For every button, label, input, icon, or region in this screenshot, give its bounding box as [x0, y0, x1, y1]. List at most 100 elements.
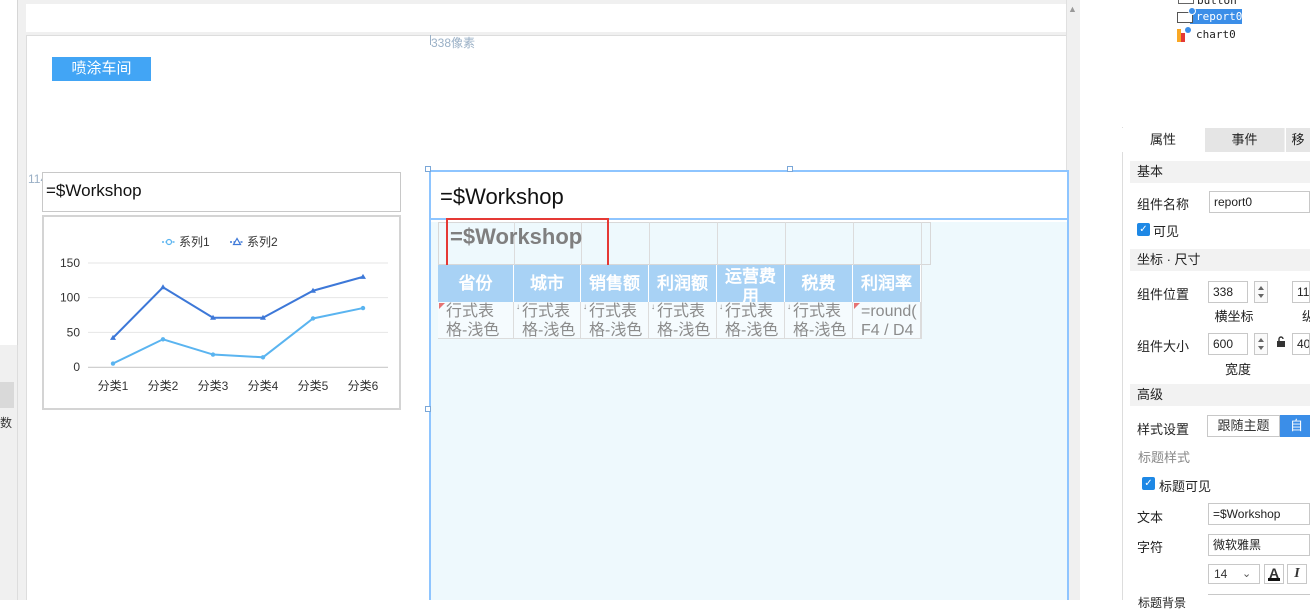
style-follow-theme-button[interactable]: 跟随主题 [1207, 415, 1280, 437]
data-cell[interactable]: ↓ 行式表格-浅色 [649, 302, 717, 339]
data-cell[interactable]: ↓ 行式表格-浅色 [717, 302, 785, 339]
header-cell-tax[interactable]: 税费 [785, 265, 853, 302]
cell-line-2: 格-浅色 [793, 322, 847, 339]
font-family-select[interactable]: 微软雅黑 [1208, 534, 1310, 556]
font-size-select[interactable]: 14 [1208, 564, 1260, 584]
component-name-label: 组件名称 [1137, 197, 1190, 212]
position-x-input[interactable]: 338 [1208, 281, 1248, 303]
workshop-filter-button[interactable]: 喷涂车间 [52, 57, 151, 81]
tab-more[interactable]: 移 [1285, 128, 1310, 152]
expand-down-icon: ↓ [787, 302, 791, 311]
cell-line-1: 行式表 [446, 303, 495, 320]
width-stepper[interactable] [1254, 333, 1268, 355]
left-panel-upper [0, 0, 18, 345]
cell-line-2: 格-浅色 [589, 322, 643, 339]
data-cell[interactable]: ↓ 行式表 格-浅色 [514, 302, 581, 339]
section-coordinates: 坐标 · 尺寸 [1130, 249, 1310, 271]
visible-checkbox[interactable]: ✓ [1137, 223, 1150, 236]
left-panel-tab[interactable] [0, 382, 14, 408]
cell-line-1: 行式表 [589, 303, 638, 320]
series-line [112, 275, 364, 339]
canvas-top-strip [26, 4, 1066, 32]
cell-line-1: 行式表 [657, 303, 706, 320]
resize-handle-middle-left[interactable] [425, 406, 431, 412]
lock-icon[interactable] [1276, 336, 1286, 348]
resize-handle-top-center[interactable] [787, 166, 793, 172]
cell-line-2: 格-浅色 [725, 322, 779, 339]
header-cell-sales[interactable]: 销售额 [581, 265, 649, 302]
data-point [210, 352, 216, 357]
x-tick-label: 分类2 [148, 379, 179, 393]
series-line [112, 307, 364, 365]
data-cell[interactable]: ↓ 行式表格-浅色 [785, 302, 853, 339]
height-input[interactable]: 40 [1292, 333, 1310, 355]
tab-events[interactable]: 事件 [1204, 128, 1284, 152]
data-point [360, 305, 366, 311]
y-tick-label: 50 [67, 325, 81, 339]
text-label: 文本 [1137, 510, 1164, 525]
tree-item-button[interactable]: button [1197, 0, 1237, 7]
left-side-panel [0, 0, 18, 600]
title-background-input[interactable] [1208, 594, 1310, 600]
tab-properties[interactable]: 属性 [1122, 128, 1204, 152]
legend-label: 系列2 [247, 235, 278, 249]
y-tick-label: 0 [73, 360, 80, 374]
style-setting-label: 样式设置 [1137, 422, 1190, 437]
x-tick-label: 分类4 [248, 379, 279, 393]
cell-line-2: 格-浅色 [522, 322, 576, 339]
cell-line-1: 行式表 [522, 303, 571, 320]
cell-line-2: 格-浅色 [657, 322, 711, 339]
chevron-down-icon: ⌄ [1242, 568, 1252, 580]
position-label: 组件位置 [1137, 287, 1190, 302]
line-chart: 0 50 100 150 分类1 分类2 分类3 分类4 分类5 分类6 系列1 系列2 [60, 235, 388, 393]
report-widget-title: =$Workshop [440, 184, 564, 209]
data-point [310, 316, 316, 321]
dimension-label-horizontal: 338像素 [431, 36, 476, 50]
header-cell-profit-rate[interactable]: 利润率 [853, 265, 921, 302]
title-style-label: 标题样式 [1138, 450, 1191, 465]
data-point [260, 355, 266, 360]
cell-line-1: 行式表 [725, 303, 774, 320]
left-panel-partial-label: 数 [0, 416, 13, 430]
grid-divider [717, 222, 718, 265]
chart-widget-title: =$Workshop [46, 181, 142, 200]
grid-divider [921, 222, 922, 339]
tree-item-chart0[interactable]: chart0 [1196, 28, 1236, 41]
section-advanced: 高级 [1130, 384, 1310, 406]
chart-component-icon-bar [1181, 33, 1185, 42]
position-y-input[interactable]: 11 [1292, 281, 1310, 303]
position-x-caption: 横坐标 [1214, 309, 1254, 324]
link-badge-icon [1185, 27, 1191, 33]
title-visible-checkbox[interactable]: ✓ [1142, 477, 1155, 490]
header-cell-city[interactable]: 城市 [514, 265, 581, 302]
font-color-button[interactable]: A [1264, 564, 1284, 584]
section-basic: 基本 [1130, 161, 1310, 183]
visible-label: 可见 [1153, 224, 1180, 239]
component-name-input[interactable]: report0 [1209, 191, 1310, 213]
grid-divider [853, 222, 854, 265]
data-cell[interactable]: =round( F4 / D4 [853, 302, 921, 339]
data-point [110, 361, 116, 366]
style-custom-button[interactable]: 自 [1280, 415, 1310, 437]
position-x-stepper[interactable] [1254, 281, 1268, 303]
header-cell-operating-cost[interactable]: 运营费用 [717, 265, 785, 302]
x-tick-label: 分类3 [198, 379, 229, 393]
size-label: 组件大小 [1137, 339, 1190, 354]
tree-item-report0[interactable]: report0 [1196, 10, 1242, 23]
data-cell[interactable]: ↓ 行式表 格-浅色 [581, 302, 649, 339]
cell-line-1: =round( [861, 303, 917, 320]
cell-line-1: 行式表 [793, 303, 842, 320]
header-cell-profit[interactable]: 利润额 [649, 265, 717, 302]
resize-handle-top-left[interactable] [425, 166, 431, 172]
width-input[interactable]: 600 [1208, 333, 1248, 355]
expand-down-icon: ↓ [719, 302, 723, 311]
cell-line-2: F4 / D4 [861, 322, 914, 339]
header-cell-province[interactable]: 省份 [438, 265, 514, 302]
cell-line-2: 格-浅色 [446, 322, 500, 339]
italic-button[interactable]: I [1287, 564, 1307, 584]
expand-down-icon: ↓ [651, 302, 655, 311]
title-text-input[interactable]: =$Workshop [1208, 503, 1310, 525]
data-cell[interactable]: 行式表格-浅色 [438, 302, 514, 339]
scroll-up-arrow-icon[interactable]: ▲ [1068, 4, 1077, 14]
y-tick-label: 100 [60, 291, 80, 305]
